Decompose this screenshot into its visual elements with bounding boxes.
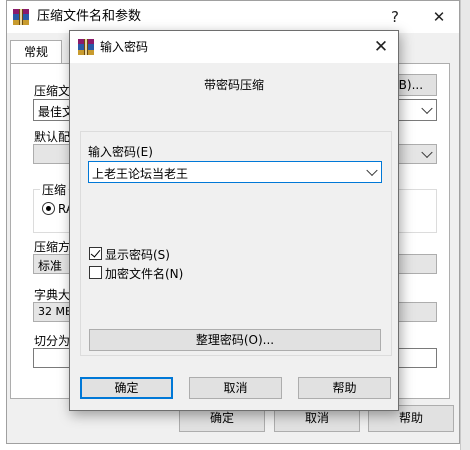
parent-help-label: 帮助 (398, 411, 423, 425)
radio-dot-icon (46, 206, 51, 211)
parent-cancel-label: 取消 (304, 411, 329, 425)
password-label: 输入密码(E) (88, 145, 153, 159)
parent-close-icon[interactable]: ✕ (429, 7, 449, 27)
format-group-label: 压缩 (40, 181, 69, 198)
password-value: 上老王论坛当老王 (92, 167, 189, 181)
dialog-help-label: 帮助 (332, 381, 357, 395)
dialog-title: 输入密码 (100, 40, 149, 54)
dialog-titlebar: 输入密码 ✕ (70, 31, 398, 63)
dictionary-size-label: 字典大 (34, 288, 71, 302)
parent-ok-label: 确定 (209, 411, 234, 425)
parent-titlebar: 压缩文件名和参数 ? ✕ (7, 1, 459, 33)
chevron-down-icon (421, 146, 433, 159)
default-config-label: 默认配 (34, 130, 71, 144)
encrypt-filenames-checkbox[interactable] (89, 266, 102, 279)
show-password-checkbox[interactable] (89, 247, 102, 260)
archive-name-label: 压缩文 (34, 84, 71, 98)
dialog-heading: 带密码压缩 (203, 78, 264, 92)
organize-passwords-button[interactable]: 整理密码(O)... (89, 329, 381, 351)
dialog-ok-label: 确定 (114, 381, 139, 395)
password-dialog: 输入密码 ✕ 带密码压缩 输入密码(E) 上老王论坛当老王 显示密码(S) 加密… (69, 30, 399, 411)
organize-passwords-label: 整理密码(O)... (195, 333, 275, 347)
dialog-close-icon[interactable]: ✕ (368, 35, 394, 59)
checkmark-icon (90, 247, 101, 258)
split-volume-label: 切分为 (34, 334, 71, 348)
winrar-app-icon (78, 39, 94, 55)
dialog-help-button[interactable]: 帮助 (298, 377, 391, 399)
encrypt-filenames-label: 加密文件名(N) (105, 267, 184, 281)
dialog-cancel-button[interactable]: 取消 (189, 377, 282, 399)
chevron-down-icon (421, 102, 433, 115)
help-question-icon[interactable]: ? (385, 7, 405, 27)
method-value: 标准 (38, 259, 63, 273)
dialog-cancel-label: 取消 (223, 381, 248, 395)
dialog-ok-button[interactable]: 确定 (80, 377, 173, 399)
parent-window-title: 压缩文件名和参数 (37, 9, 142, 24)
chevron-down-icon (366, 164, 378, 177)
show-password-label: 显示密码(S) (105, 248, 170, 262)
background-window-edge (460, 0, 470, 450)
dictionary-size-value: 32 MB (38, 305, 73, 318)
tab-general[interactable]: 常规 (10, 40, 62, 64)
format-radio-rar[interactable] (42, 202, 55, 215)
winrar-app-icon (13, 9, 29, 25)
method-label: 压缩方 (34, 240, 71, 254)
password-combo-input[interactable]: 上老王论坛当老王 (88, 161, 382, 183)
